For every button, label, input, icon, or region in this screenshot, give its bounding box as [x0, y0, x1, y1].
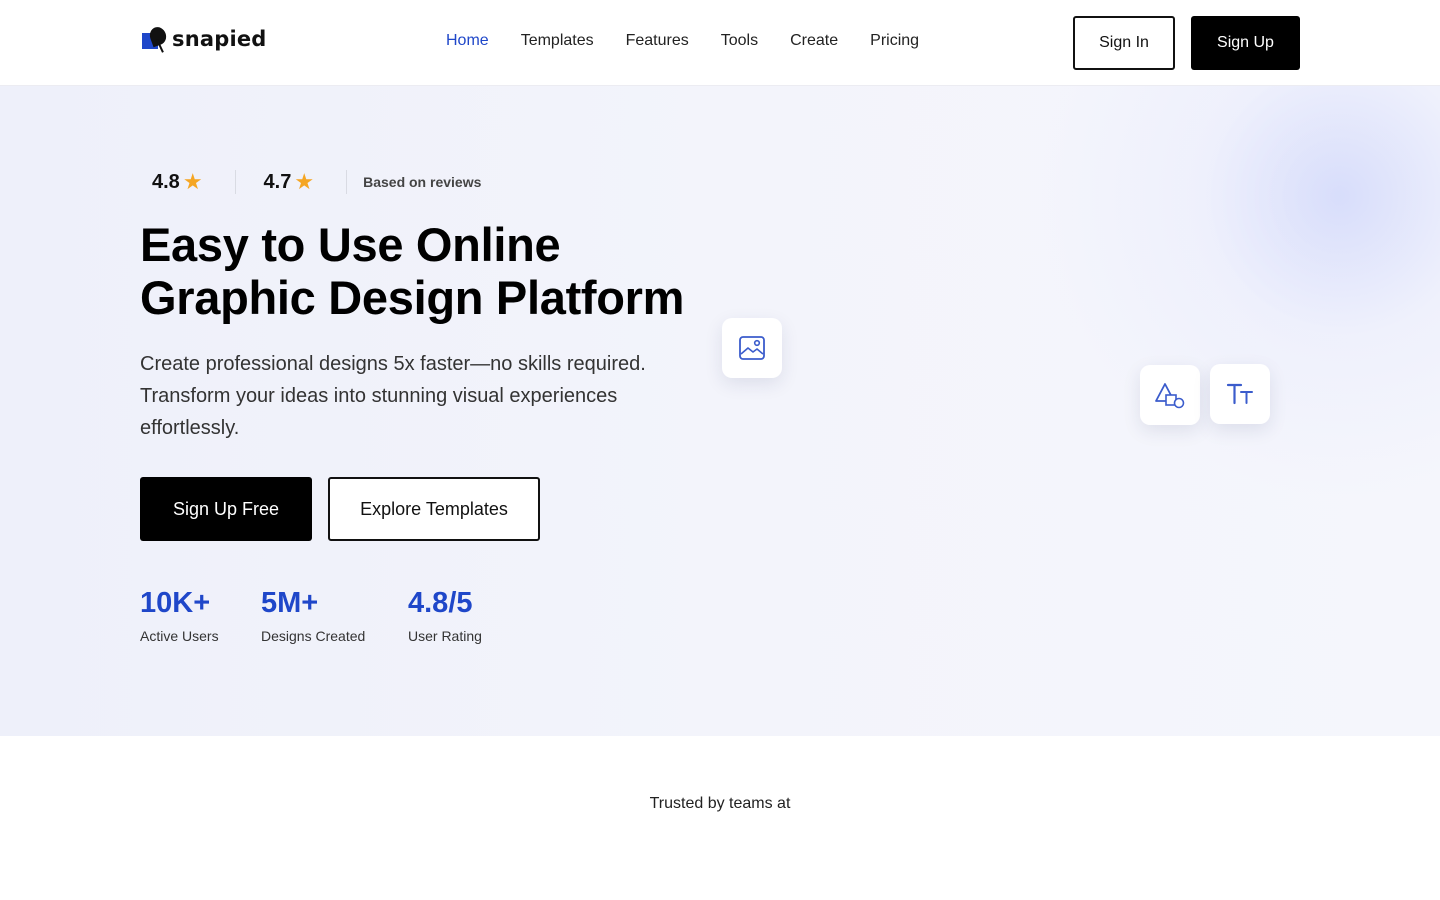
rating-divider: [346, 170, 348, 194]
sign-in-button[interactable]: Sign In: [1073, 16, 1175, 70]
stat-user-rating: 4.8/5 User Rating: [408, 586, 482, 644]
stat-value: 5M+: [261, 587, 319, 619]
image-icon: [739, 336, 765, 360]
trusted-by-label: Trusted by teams at: [649, 795, 791, 812]
nav-item-tools[interactable]: Tools: [721, 30, 758, 52]
shapes-tool-card[interactable]: [1140, 365, 1200, 425]
hero-headline: Easy to Use Online Graphic Design Platfo…: [140, 218, 760, 324]
logo-mark-icon: [142, 24, 170, 53]
reviews-note: Based on reviews: [363, 174, 482, 190]
stat-designs-created: 5M+ Designs Created: [261, 586, 365, 644]
stat-value: 10K+: [140, 587, 211, 619]
image-tool-card[interactable]: [722, 318, 782, 378]
shapes-icon: [1155, 383, 1185, 409]
stat-label: User Rating: [408, 628, 482, 644]
star-icon: ★: [182, 169, 203, 194]
stat-active-users: 10K+ Active Users: [140, 586, 219, 644]
text-tool-card[interactable]: [1210, 364, 1270, 424]
rating-divider: [234, 170, 236, 194]
ratings-row: 4.8 ★ 4.7 ★ Based on reviews: [152, 169, 482, 195]
rating-2: 4.7 ★: [264, 169, 315, 195]
nav-item-features[interactable]: Features: [626, 30, 689, 52]
stat-label: Designs Created: [261, 628, 366, 644]
explore-templates-button[interactable]: Explore Templates: [328, 477, 540, 541]
stat-value: 4.8/5: [408, 587, 473, 619]
text-icon: [1226, 383, 1253, 405]
rating-value: 4.7: [263, 170, 292, 193]
logo[interactable]: snapied: [142, 24, 267, 54]
site-header: snapied Home Templates Features Tools Cr…: [0, 0, 1440, 86]
sign-up-button[interactable]: Sign Up: [1191, 16, 1300, 70]
nav-item-home[interactable]: Home: [446, 30, 489, 52]
nav-item-create[interactable]: Create: [790, 30, 838, 52]
nav-item-pricing[interactable]: Pricing: [870, 30, 919, 52]
logo-text: snapied: [172, 27, 267, 51]
main-nav: Home Templates Features Tools Create Pri…: [446, 30, 951, 52]
rating-1: 4.8 ★: [152, 169, 203, 195]
headline-line-1: Easy to Use Online: [140, 218, 561, 271]
nav-item-templates[interactable]: Templates: [521, 30, 594, 52]
stat-label: Active Users: [140, 628, 219, 644]
headline-line-2: Graphic Design Platform: [140, 271, 685, 324]
sign-up-free-button[interactable]: Sign Up Free: [140, 477, 312, 541]
star-icon: ★: [294, 169, 315, 194]
rating-value: 4.8: [152, 170, 180, 193]
hero-subtext: Create professional designs 5x faster—no…: [140, 353, 646, 439]
